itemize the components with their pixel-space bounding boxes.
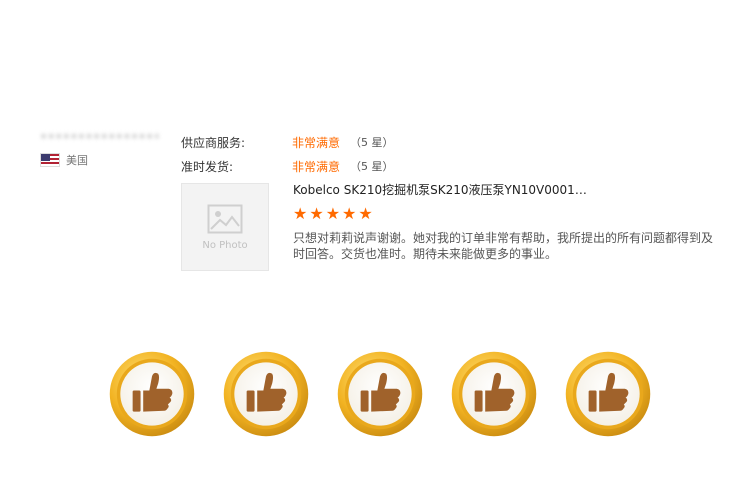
image-placeholder-icon [207,204,243,234]
rating-label: 准时发货: [181,159,234,174]
product-photo-placeholder[interactable]: No Photo [181,183,269,271]
us-flag-icon [40,153,60,167]
thumbs-up-medal-icon [337,351,423,437]
rating-row-service: 供应商服务: 非常满意 （5 星） [181,132,394,152]
rating-value: 非常满意 [292,135,341,150]
reviewer-info: ••••••••••••••••••• 美国 [40,130,160,168]
thumbs-up-medal-icon [109,351,195,437]
review-text: 只想对莉莉说声谢谢。她对我的订单非常有帮助，我所提出的所有问题都得到及时回答。交… [293,231,714,261]
supplier-ratings: 供应商服务: 非常满意 （5 星） 准时发货: 非常满意 （5 星） [181,132,394,180]
country-label: 美国 [66,154,88,167]
reviewer-name: ••••••••••••••••••• [40,130,158,144]
thumbs-up-badges [108,350,652,438]
thumbs-up-medal-icon [565,351,651,437]
star-icon: ★ [325,204,341,223]
rating-stars-text: （5 星） [350,160,394,173]
thumbs-up-medal-icon [223,351,309,437]
review-star-rating: ★ ★ ★ ★ ★ [293,205,373,223]
star-icon: ★ [358,204,373,223]
no-photo-label: No Photo [202,239,248,251]
reviewer-country: 美国 [40,152,160,168]
product-title-link[interactable]: Kobelco SK210挖掘机泵SK210液压泵YN10V00018 K... [293,181,593,198]
thumbs-up-medal-icon [451,351,537,437]
rating-value: 非常满意 [292,159,341,174]
star-icon: ★ [342,204,357,223]
rating-row-delivery: 准时发货: 非常满意 （5 星） [181,156,394,176]
rating-label: 供应商服务: [181,135,246,150]
rating-stars-text: （5 星） [350,136,394,149]
star-icon: ★ [293,204,308,223]
star-icon: ★ [309,204,324,223]
